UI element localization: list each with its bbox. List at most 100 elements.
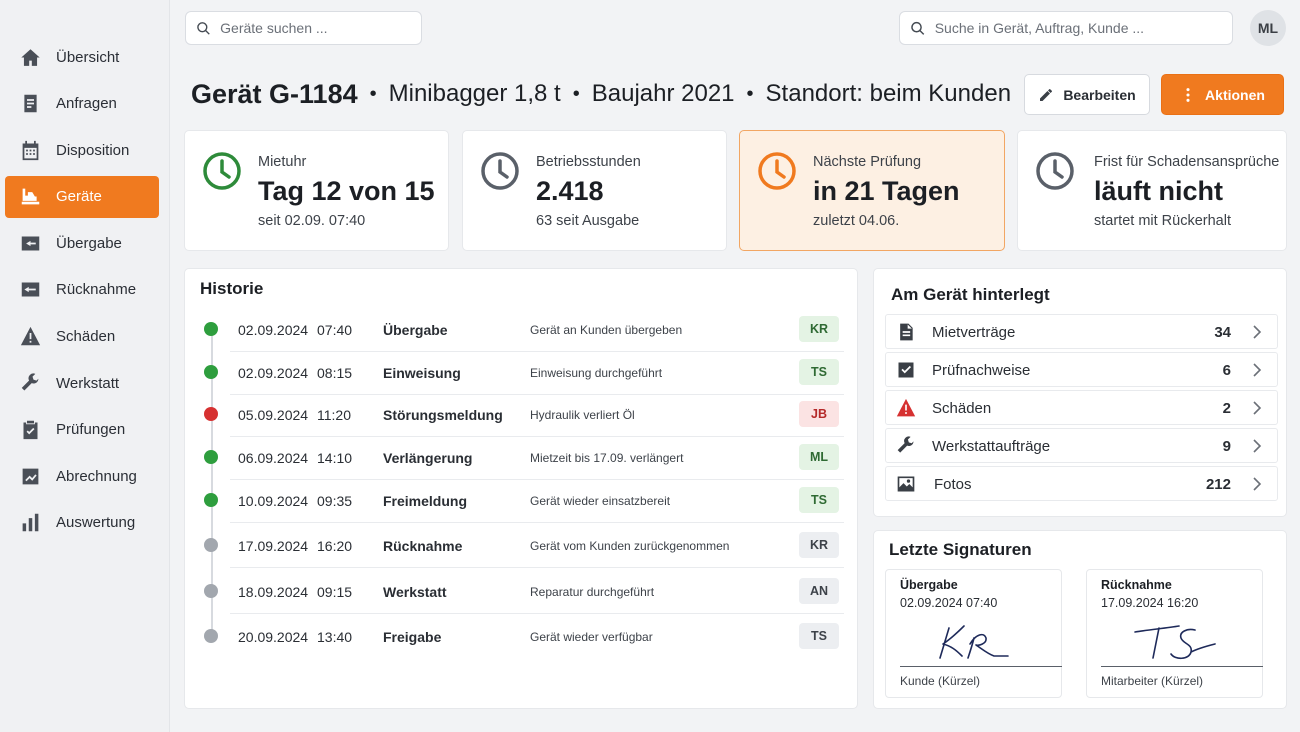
linked-item-photos[interactable]: Fotos 212: [885, 466, 1278, 501]
sidebar-item-label: Übergabe: [56, 234, 122, 252]
history-row[interactable]: 02.09.2024 08:15 Einweisung Einweisung durc…: [204, 352, 844, 395]
history-row[interactable]: 18.09.2024 09:15 Werkstatt Reparatur durchg…: [204, 571, 844, 614]
sidebar-item-anfragen[interactable]: Anfragen: [5, 83, 159, 125]
sidebar-item-label: Geräte: [56, 188, 102, 206]
user-badge: TS: [799, 487, 839, 513]
global-search-input[interactable]: [934, 20, 1232, 36]
signature-date: 17.09.2024 16:20: [1101, 596, 1199, 610]
device-search-input[interactable]: [220, 20, 421, 36]
stat-value: in 21 Tagen: [813, 176, 960, 206]
history-row[interactable]: 02.09.2024 07:40 Übergabe Gerät an Kunden ü…: [204, 309, 844, 352]
signature-card-handover[interactable]: Übergabe 02.09.2024 07:40 Kunde (Kürzel): [885, 569, 1062, 698]
edit-button[interactable]: Bearbeiten: [1024, 74, 1150, 115]
stat-label: Frist für Schadensansprüche: [1094, 154, 1280, 170]
status-dot: [204, 493, 218, 507]
sidebar-item-geraete[interactable]: Geräte: [5, 175, 159, 218]
status-dot: [204, 629, 218, 643]
linked-item-count: 9: [1222, 438, 1231, 455]
device-year: Baujahr 2021: [591, 80, 735, 107]
linked-item-workshop-orders[interactable]: Werkstattaufträge 9: [885, 428, 1278, 463]
stat-label: Mietuhr: [258, 154, 307, 170]
actions-button-label: Aktionen: [1205, 86, 1265, 103]
history-date: 02.09.2024: [238, 322, 309, 338]
sidebar-item-label: Übersicht: [56, 48, 120, 66]
clock-icon: [203, 152, 241, 190]
linked-item-label: Fotos: [934, 476, 972, 493]
handover-icon: [19, 232, 41, 254]
sidebar-item-label: Disposition: [56, 141, 130, 159]
linked-item-label: Prüfnachweise: [932, 362, 1031, 379]
history-time: 11:20: [317, 407, 351, 423]
clock-icon: [1036, 152, 1074, 190]
history-row[interactable]: 10.09.2024 09:35 Freimeldung Gerät wieder e…: [204, 480, 844, 523]
chevron-right-icon: [1253, 477, 1262, 491]
history-date: 17.09.2024: [238, 538, 309, 554]
status-dot: [204, 538, 218, 552]
signature-caption: Kunde (Kürzel): [900, 674, 981, 688]
history-time: 09:35: [317, 493, 353, 509]
signature-title: Rücknahme: [1101, 578, 1172, 592]
linked-item-contracts[interactable]: Mietverträge 34: [885, 314, 1278, 349]
sidebar-item-abrechnung[interactable]: Abrechnung: [5, 455, 159, 497]
linked-item-inspection-reports[interactable]: Prüfnachweise 6: [885, 352, 1278, 387]
history-event: Übergabe: [383, 322, 448, 338]
edit-button-label: Bearbeiten: [1063, 86, 1136, 103]
sidebar-item-uebersicht[interactable]: Übersicht: [5, 36, 159, 78]
history-event: Werkstatt: [383, 584, 447, 600]
linked-item-count: 6: [1222, 362, 1231, 379]
warning-icon: [896, 398, 916, 417]
history-row[interactable]: 05.09.2024 11:20 Störungsmeldung Hydraulik …: [204, 394, 844, 437]
sidebar-item-schaeden[interactable]: Schäden: [5, 316, 159, 358]
avatar[interactable]: ML: [1250, 10, 1286, 46]
linked-item-label: Mietverträge: [932, 324, 1016, 341]
global-search[interactable]: [899, 11, 1233, 45]
chevron-right-icon: [1253, 439, 1262, 453]
stat-sub: seit 02.09. 07:40: [258, 213, 366, 229]
history-description: Gerät vom Kunden zurückgenommen: [530, 539, 730, 553]
sidebar-item-werkstatt[interactable]: Werkstatt: [5, 362, 159, 404]
sidebar-item-label: Auswertung: [56, 514, 136, 532]
sidebar-item-uebergabe[interactable]: Übergabe: [5, 222, 159, 264]
linked-item-damages[interactable]: Schäden 2: [885, 390, 1278, 425]
stat-sub: startet mit Rückerhalt: [1094, 213, 1231, 229]
user-badge: KR: [799, 316, 839, 342]
clock-icon: [758, 152, 796, 190]
history-row[interactable]: 06.09.2024 14:10 Verlängerung Mietzeit bis …: [204, 437, 844, 480]
more-vertical-icon: [1186, 87, 1190, 102]
history-description: Mietzeit bis 17.09. verlängert: [530, 451, 684, 465]
linked-item-count: 34: [1214, 324, 1231, 341]
page-title: Gerät G-1184 • Minibagger 1,8 t • Baujah…: [191, 73, 1011, 115]
signature-card-return[interactable]: Rücknahme 17.09.2024 16:20 Mitarbeiter (…: [1086, 569, 1263, 698]
history-event: Störungsmeldung: [383, 407, 503, 423]
stat-card-rental-clock: Mietuhr Tag 12 von 15 seit 02.09. 07:40: [184, 130, 449, 251]
history-description: Gerät an Kunden übergeben: [530, 323, 683, 337]
checkbox-icon: [898, 362, 914, 378]
linked-item-count: 212: [1205, 476, 1231, 493]
actions-button[interactable]: Aktionen: [1161, 74, 1284, 115]
sidebar-item-ruecknahme[interactable]: Rücknahme: [5, 269, 159, 311]
title-separator: •: [746, 82, 754, 105]
history-date: 10.09.2024: [238, 493, 309, 509]
sidebar-item-disposition[interactable]: Disposition: [5, 129, 159, 171]
chevron-right-icon: [1253, 363, 1262, 377]
user-badge: ML: [799, 444, 839, 470]
status-dot: [204, 365, 218, 379]
history-row[interactable]: 17.09.2024 16:20 Rücknahme Gerät vom Kunden…: [204, 525, 844, 568]
sidebar-item-pruefungen[interactable]: Prüfungen: [5, 409, 159, 451]
topbar: ML: [170, 0, 1300, 58]
device-id: Gerät G-1184: [191, 78, 358, 109]
history-row[interactable]: 20.09.2024 13:40 Freigabe Gerät wieder verf…: [204, 616, 844, 659]
clock-icon: [481, 152, 519, 190]
sidebar-item-label: Schäden: [56, 328, 116, 346]
signature-handwriting: [939, 625, 1009, 659]
stat-sub: zuletzt 04.06.: [813, 213, 900, 229]
user-badge: TS: [799, 359, 839, 385]
wrench-icon: [897, 436, 914, 453]
history-date: 06.09.2024: [238, 450, 309, 466]
bar-chart-icon: [19, 512, 41, 534]
signature-date: 02.09.2024 07:40: [900, 596, 998, 610]
clipboard-check-icon: [19, 419, 41, 441]
device-search[interactable]: [185, 11, 422, 45]
sidebar-item-auswertung[interactable]: Auswertung: [5, 502, 159, 544]
linked-items-title: Am Gerät hinterlegt: [891, 285, 1050, 304]
